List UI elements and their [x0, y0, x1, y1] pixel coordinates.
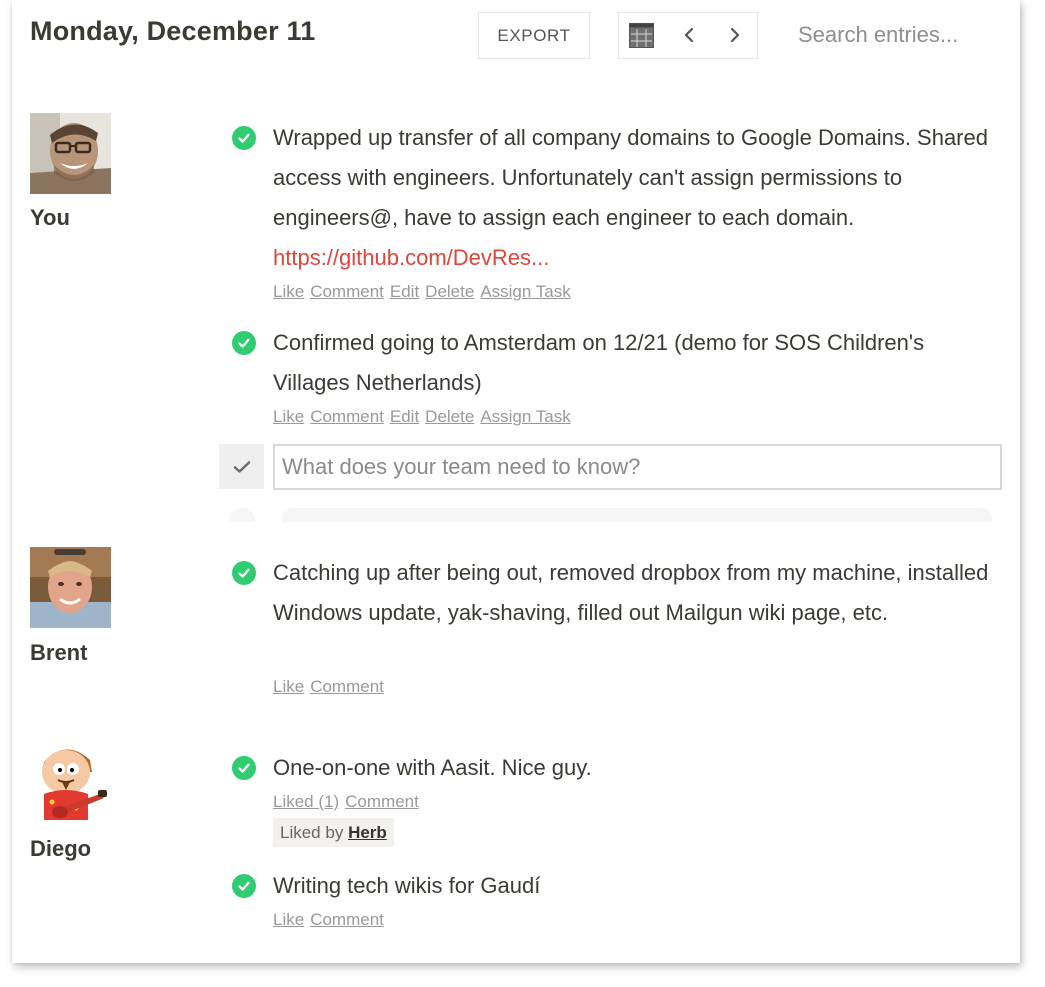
entry-actions: Like Comment Edit Delete Assign Task: [273, 407, 577, 427]
checkmark-circle-icon: [232, 561, 256, 585]
comment-link[interactable]: Comment: [310, 910, 384, 929]
new-entry-input[interactable]: [273, 444, 1002, 490]
entry-actions: Like Comment: [273, 910, 390, 930]
like-link[interactable]: Like: [273, 910, 304, 929]
calendar-icon[interactable]: [629, 23, 654, 48]
entry-text: One-on-one with Aasit. Nice guy.: [273, 755, 592, 780]
liked-by-label: Liked by: [280, 823, 344, 842]
like-link[interactable]: Like: [273, 407, 304, 426]
export-button[interactable]: EXPORT: [478, 12, 590, 59]
entry-actions: Like Comment: [273, 677, 390, 697]
avatar[interactable]: [30, 742, 111, 823]
date-navigation: [618, 12, 758, 59]
page-title: Monday, December 11: [30, 16, 316, 46]
assign-task-link[interactable]: Assign Task: [480, 282, 570, 301]
entry-text: Wrapped up transfer of all company domai…: [273, 125, 988, 270]
entry-actions: Liked (1) Comment: [273, 792, 425, 812]
like-link[interactable]: Like: [273, 282, 304, 301]
edit-link[interactable]: Edit: [390, 407, 419, 426]
placeholder-bar: [282, 508, 992, 522]
entry-link[interactable]: https://github.com/DevRes...: [273, 245, 549, 270]
comment-link[interactable]: Comment: [310, 677, 384, 696]
assign-task-link[interactable]: Assign Task: [480, 407, 570, 426]
compose-done-toggle[interactable]: [219, 444, 264, 489]
checkmark-circle-icon: [232, 756, 256, 780]
user-name[interactable]: Diego: [30, 836, 91, 862]
entry-text: Confirmed going to Amsterdam on 12/21 (d…: [273, 330, 925, 395]
checkmark-icon: [233, 460, 250, 473]
search-input[interactable]: [786, 14, 996, 56]
checkmark-circle-icon: [232, 331, 256, 355]
delete-link[interactable]: Delete: [425, 282, 474, 301]
comment-link[interactable]: Comment: [345, 792, 419, 811]
edit-link[interactable]: Edit: [390, 282, 419, 301]
entry-text: Writing tech wikis for Gaudí: [273, 873, 541, 898]
user-name[interactable]: You: [30, 205, 70, 231]
like-link[interactable]: Like: [273, 677, 304, 696]
checkmark-circle-icon: [232, 126, 256, 150]
entry-actions: Like Comment Edit Delete Assign Task: [273, 282, 577, 302]
avatar[interactable]: [30, 113, 111, 194]
liker-link[interactable]: Herb: [348, 823, 387, 842]
avatar[interactable]: [30, 547, 111, 628]
comment-link[interactable]: Comment: [310, 407, 384, 426]
chevron-right-icon[interactable]: [723, 21, 747, 49]
liked-link[interactable]: Liked (1): [273, 792, 339, 811]
comment-link[interactable]: Comment: [310, 282, 384, 301]
chevron-left-icon[interactable]: [677, 21, 701, 49]
checkmark-circle-icon: [232, 874, 256, 898]
entry-text: Catching up after being out, removed dro…: [273, 560, 989, 625]
liked-by-badge: Liked by Herb: [273, 818, 394, 847]
user-name[interactable]: Brent: [30, 640, 87, 666]
delete-link[interactable]: Delete: [425, 407, 474, 426]
